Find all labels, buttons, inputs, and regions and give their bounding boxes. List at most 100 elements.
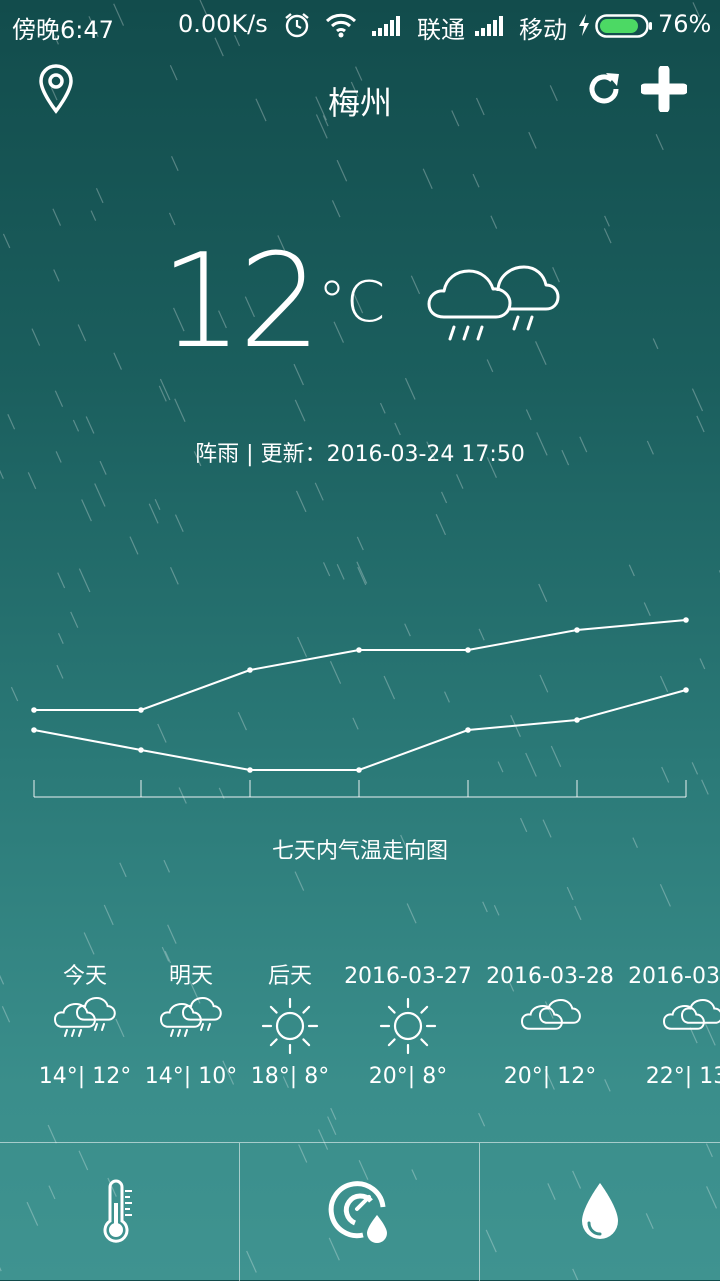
forecast-temps: 22°| 13° xyxy=(645,1064,720,1089)
rain-streak xyxy=(78,568,91,593)
trend-low-point xyxy=(31,727,37,733)
rain-streak xyxy=(90,210,97,221)
sun-ray xyxy=(387,1038,396,1047)
rain-drop xyxy=(94,1023,98,1031)
trend-low-line xyxy=(33,689,687,771)
trend-low-point xyxy=(138,747,144,753)
cloud-shape xyxy=(53,1002,96,1028)
air-quality-button[interactable] xyxy=(240,1143,479,1281)
rain-streak xyxy=(171,155,179,172)
rain-streak xyxy=(330,1107,337,1120)
rain-streak xyxy=(295,490,307,513)
rain-streak xyxy=(356,561,368,584)
rain-drop xyxy=(71,1029,75,1037)
sun-ray xyxy=(420,1038,429,1047)
rain-streak xyxy=(525,409,532,421)
forecast-list[interactable]: 今天 14°| 12° 明天 14°| 10° 后天 18°| 8° 2016-… xyxy=(0,960,720,1100)
weather-update-info: 阵雨 | 更新：2016-03-24 17:50 xyxy=(195,442,525,467)
rain-drop xyxy=(64,1029,68,1037)
cloud-shape xyxy=(680,998,720,1024)
trend-high-point xyxy=(683,617,689,623)
rain-streak xyxy=(603,228,612,244)
rain-streak xyxy=(154,499,161,510)
forecast-day: 2016-03-29 xyxy=(628,964,720,989)
rain-streak xyxy=(174,514,184,532)
trend-low-point xyxy=(356,767,362,773)
charging-icon xyxy=(579,14,589,36)
rain-streak xyxy=(81,499,92,522)
temperature-detail-button[interactable] xyxy=(0,1143,239,1281)
rain-streak xyxy=(31,328,41,346)
rain-streak xyxy=(357,566,367,586)
rain-streak xyxy=(574,905,582,921)
rain-cloud-icon xyxy=(427,265,560,341)
rain-streak xyxy=(356,536,364,551)
rain-streak xyxy=(472,173,480,188)
trend-low-point xyxy=(683,687,689,693)
rain-streak xyxy=(659,884,671,907)
rain-streak xyxy=(148,503,159,524)
thermometer-icon xyxy=(103,1179,132,1243)
status-bar: 傍晚6:47 0.00K/s 联通 移动 76% xyxy=(0,0,720,50)
rain-drop xyxy=(207,1023,211,1031)
status-carrier-1: 联通 xyxy=(417,16,465,44)
rain-streak xyxy=(159,378,171,401)
rain-streak xyxy=(54,390,64,408)
rain-streak xyxy=(404,377,416,400)
rain-streak xyxy=(174,398,186,422)
rain-streak xyxy=(72,419,80,432)
cloud-shape xyxy=(538,998,581,1024)
rain-streak xyxy=(394,422,401,436)
sun-ray xyxy=(269,1038,278,1047)
rain-drop xyxy=(78,1029,82,1037)
rain-streak xyxy=(482,901,488,913)
rain-streak xyxy=(379,402,386,414)
rain-streak xyxy=(696,415,705,433)
rain-streak xyxy=(435,513,447,536)
rain-streak xyxy=(406,903,417,924)
rain-streak xyxy=(478,1112,486,1127)
bottom-bar xyxy=(0,1142,720,1281)
rain-streak xyxy=(520,817,528,833)
rain-streak xyxy=(490,215,498,229)
rain-streak xyxy=(83,932,95,955)
trend-high-point xyxy=(574,627,580,633)
rain-streak xyxy=(113,352,123,370)
rain-streak xyxy=(27,472,37,490)
forecast-item[interactable]: 2016-03-28 20°| 12° xyxy=(480,960,620,1094)
forecast-temps: 20°| 12° xyxy=(503,1064,597,1089)
status-battery-percent: 76% xyxy=(658,10,712,38)
cloud-shape xyxy=(159,1002,202,1028)
rain-streak xyxy=(336,159,348,182)
add-icon[interactable] xyxy=(641,66,687,112)
rain-streak xyxy=(327,1116,337,1136)
rain-streak xyxy=(322,562,331,577)
sun-core xyxy=(393,1011,423,1041)
status-network-speed: 0.00K/s xyxy=(178,10,268,38)
rain-streak xyxy=(2,233,11,249)
rain-streak xyxy=(456,474,464,489)
rain-streak xyxy=(294,871,305,891)
rain-streak xyxy=(85,416,95,434)
forecast-item[interactable]: 2016-03-29 22°| 13° xyxy=(622,960,720,1094)
trend-low-point xyxy=(465,727,471,733)
rain-drop xyxy=(184,1029,188,1037)
rain-streak xyxy=(440,491,448,504)
rain-drop xyxy=(200,1023,204,1031)
sun-ray xyxy=(302,1038,311,1047)
refresh-icon[interactable] xyxy=(585,70,623,108)
air-gauge-icon xyxy=(328,1181,387,1243)
battery-icon xyxy=(595,14,652,38)
rain-streak xyxy=(652,338,659,350)
rain-streak xyxy=(52,208,62,226)
humidity-button[interactable] xyxy=(480,1143,719,1281)
rain-streak xyxy=(7,414,16,430)
cloud-icon xyxy=(622,996,720,1060)
rain-streak xyxy=(57,572,66,589)
rain-streak xyxy=(129,536,139,555)
rain-streak xyxy=(95,188,104,204)
rain-streak xyxy=(103,904,114,926)
forecast-item[interactable]: 2016-03-27 20°| 8° xyxy=(338,960,478,1094)
rain-streak xyxy=(294,399,306,422)
sun-ray xyxy=(269,1005,278,1014)
